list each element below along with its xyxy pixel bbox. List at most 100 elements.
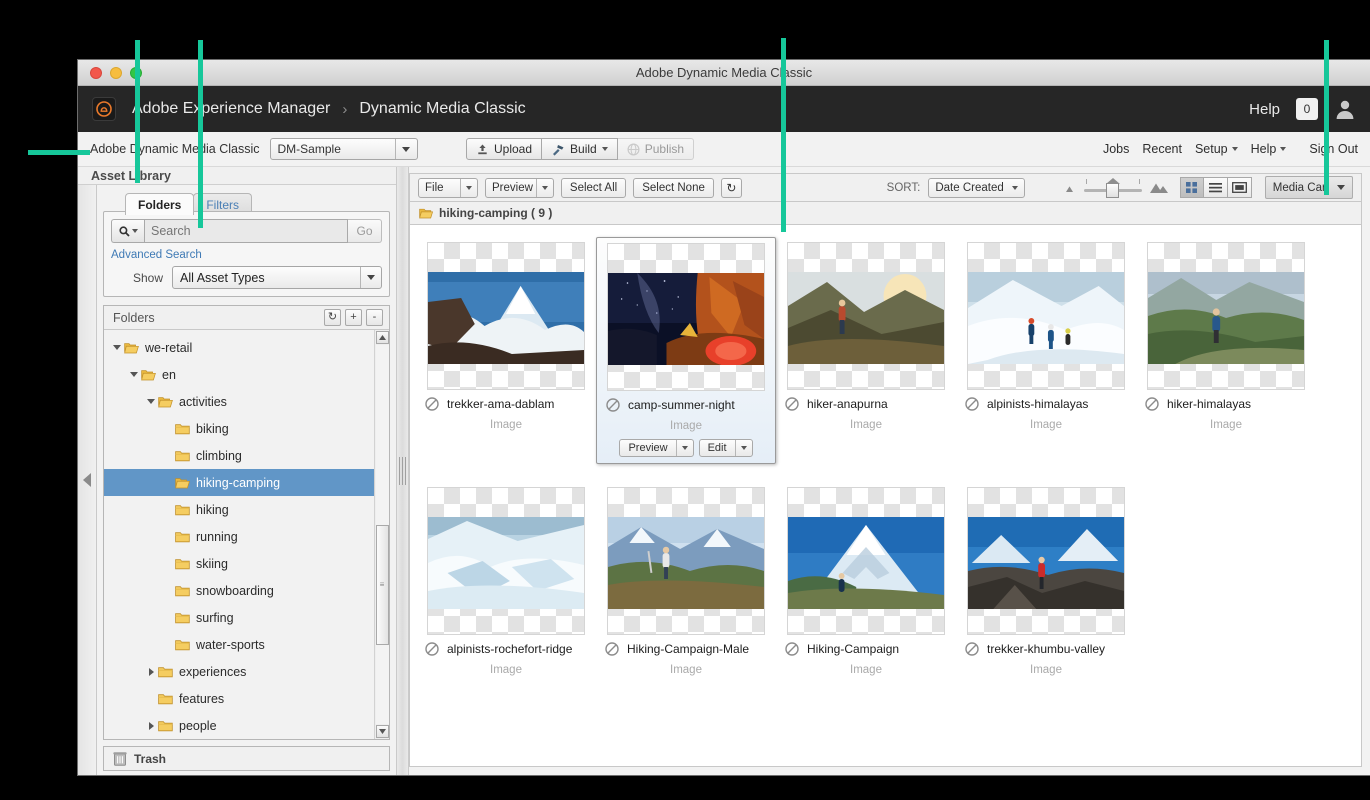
sign-out-link[interactable]: Sign Out — [1309, 142, 1358, 156]
asset-thumbnail[interactable] — [607, 243, 765, 391]
folder-tree-scrollbar[interactable]: ≡ — [374, 330, 389, 739]
scroll-up-button[interactable] — [375, 331, 389, 344]
scroll-thumb[interactable]: ≡ — [375, 525, 389, 645]
asset-card[interactable]: trekker-khumbu-valley Image — [956, 482, 1136, 682]
refresh-icon[interactable]: ↻ — [720, 177, 742, 198]
chevron-down-icon[interactable] — [360, 267, 381, 288]
folder-tree-item-features[interactable]: features — [104, 685, 374, 712]
small-thumbnail-icon[interactable] — [1063, 183, 1077, 193]
panel-splitter[interactable] — [396, 167, 409, 775]
folder-tree-item-climbing[interactable]: climbing — [104, 442, 374, 469]
chevron-down-icon[interactable] — [1007, 179, 1024, 197]
search-scope-button[interactable] — [111, 219, 144, 243]
media-cart-button[interactable]: Media Cart — [1264, 176, 1353, 199]
preview-menu-button[interactable]: Preview — [485, 177, 554, 198]
folder-tree-item-water-sports[interactable]: water-sports — [104, 631, 374, 658]
slider-knob[interactable] — [1105, 177, 1120, 198]
chevron-down-icon[interactable] — [127, 372, 141, 377]
asset-thumbnail[interactable] — [787, 487, 945, 635]
search-input[interactable] — [144, 219, 348, 243]
select-all-button[interactable]: Select All — [560, 177, 627, 198]
thumbnail-size-slider[interactable] — [1083, 177, 1142, 198]
chevron-down-icon[interactable] — [394, 139, 417, 159]
asset-card[interactable]: trekker-ama-dablam Image — [416, 237, 596, 464]
nav-recent[interactable]: Recent — [1142, 142, 1182, 156]
build-button[interactable]: Build — [542, 138, 618, 160]
chevron-down-icon[interactable] — [460, 178, 477, 197]
header-help-link[interactable]: Help — [1249, 101, 1280, 118]
card-edit-button[interactable]: Edit — [698, 439, 753, 457]
chevron-down-icon[interactable] — [601, 147, 608, 151]
nav-help[interactable]: Help — [1251, 142, 1287, 156]
chevron-down-icon[interactable] — [110, 345, 124, 350]
asset-thumbnail[interactable] — [427, 487, 585, 635]
asset-name: alpinists-himalayas — [987, 397, 1089, 411]
folder-tree-item-we-retail[interactable]: we-retail — [104, 334, 374, 361]
folder-tree-item-label: running — [196, 529, 238, 544]
folder-tree-item-skiing[interactable]: skiing — [104, 550, 374, 577]
folder-tree-item-people[interactable]: people — [104, 712, 374, 739]
folder-tree-item-snowboarding[interactable]: snowboarding — [104, 577, 374, 604]
not-published-icon — [605, 642, 619, 656]
asset-thumbnail[interactable] — [1147, 242, 1305, 390]
asset-card[interactable]: hiker-himalayas Image — [1136, 237, 1316, 464]
upload-button[interactable]: Upload — [466, 138, 543, 160]
add-folder-button[interactable]: + — [345, 309, 362, 326]
asset-card[interactable]: camp-summer-night Image Preview Edit — [596, 237, 776, 464]
asset-card[interactable]: Hiking-Campaign-Male Image — [596, 482, 776, 682]
folder-tree-item-experiences[interactable]: experiences — [104, 658, 374, 685]
scroll-down-button[interactable] — [375, 725, 389, 738]
asset-card[interactable]: alpinists-rochefort-ridge Image — [416, 482, 596, 682]
chevron-down-icon[interactable] — [144, 399, 158, 404]
advanced-search-link[interactable]: Advanced Search — [111, 249, 382, 261]
folder-tree-item-hiking[interactable]: hiking — [104, 496, 374, 523]
breadcrumb-dmc[interactable]: Dynamic Media Classic — [359, 100, 525, 118]
large-thumbnail-icon[interactable] — [1149, 182, 1169, 194]
asset-card[interactable]: Hiking-Campaign Image — [776, 482, 956, 682]
detail-view-icon[interactable] — [1227, 177, 1252, 198]
folder-tree-item-running[interactable]: running — [104, 523, 374, 550]
asset-thumbnail[interactable] — [967, 487, 1125, 635]
chevron-down-icon[interactable] — [734, 440, 752, 456]
publish-button[interactable]: Publish — [617, 138, 695, 160]
list-view-icon[interactable] — [1203, 177, 1228, 198]
remove-folder-button[interactable]: - — [366, 309, 383, 326]
folder-tree-item-en[interactable]: en — [104, 361, 374, 388]
asset-thumbnail[interactable] — [607, 487, 765, 635]
project-select[interactable]: DM-Sample — [269, 138, 418, 160]
asset-thumbnail[interactable] — [967, 242, 1125, 390]
folder-tree-item-biking[interactable]: biking — [104, 415, 374, 442]
chevron-down-icon[interactable] — [675, 440, 693, 456]
select-none-button[interactable]: Select None — [633, 177, 714, 198]
adobe-aem-logo-icon[interactable] — [92, 97, 116, 121]
asset-thumbnail[interactable] — [787, 242, 945, 390]
notification-badge[interactable]: 0 — [1296, 98, 1318, 120]
nav-jobs[interactable]: Jobs — [1103, 142, 1129, 156]
nav-setup[interactable]: Setup — [1195, 142, 1238, 156]
file-menu-button[interactable]: File — [418, 177, 478, 198]
chevron-right-icon[interactable] — [144, 721, 158, 730]
chevron-right-icon[interactable] — [144, 667, 158, 676]
scroll-track[interactable]: ≡ — [375, 345, 389, 724]
folder-tree-item-hiking-camping[interactable]: hiking-camping — [104, 469, 374, 496]
refresh-icon[interactable]: ↻ — [324, 309, 341, 326]
folder-tree-item-surfing[interactable]: surfing — [104, 604, 374, 631]
trash-item[interactable]: Trash — [103, 746, 390, 771]
asset-thumbnail[interactable] — [427, 242, 585, 390]
asset-card[interactable]: hiker-anapurna Image — [776, 237, 956, 464]
grid-view-icon[interactable] — [1179, 177, 1204, 198]
tab-folders[interactable]: Folders — [125, 193, 195, 215]
folder-tree-item-activities[interactable]: activities — [104, 388, 374, 415]
breadcrumb-aem[interactable]: Adobe Experience Manager — [132, 100, 330, 118]
chevron-down-icon[interactable] — [535, 178, 553, 197]
card-preview-button[interactable]: Preview — [619, 439, 694, 457]
asset-type-select[interactable]: All Asset Types — [172, 266, 382, 289]
collapse-left-icon[interactable] — [78, 185, 97, 775]
asset-card[interactable]: alpinists-himalayas Image — [956, 237, 1136, 464]
search-go-button[interactable]: Go — [348, 219, 382, 243]
show-label: Show — [133, 270, 164, 285]
user-avatar-icon[interactable] — [1334, 98, 1356, 120]
sort-select[interactable]: Date Created — [928, 177, 1025, 198]
folder-icon — [175, 639, 190, 651]
asset-name: camp-summer-night — [628, 398, 735, 412]
